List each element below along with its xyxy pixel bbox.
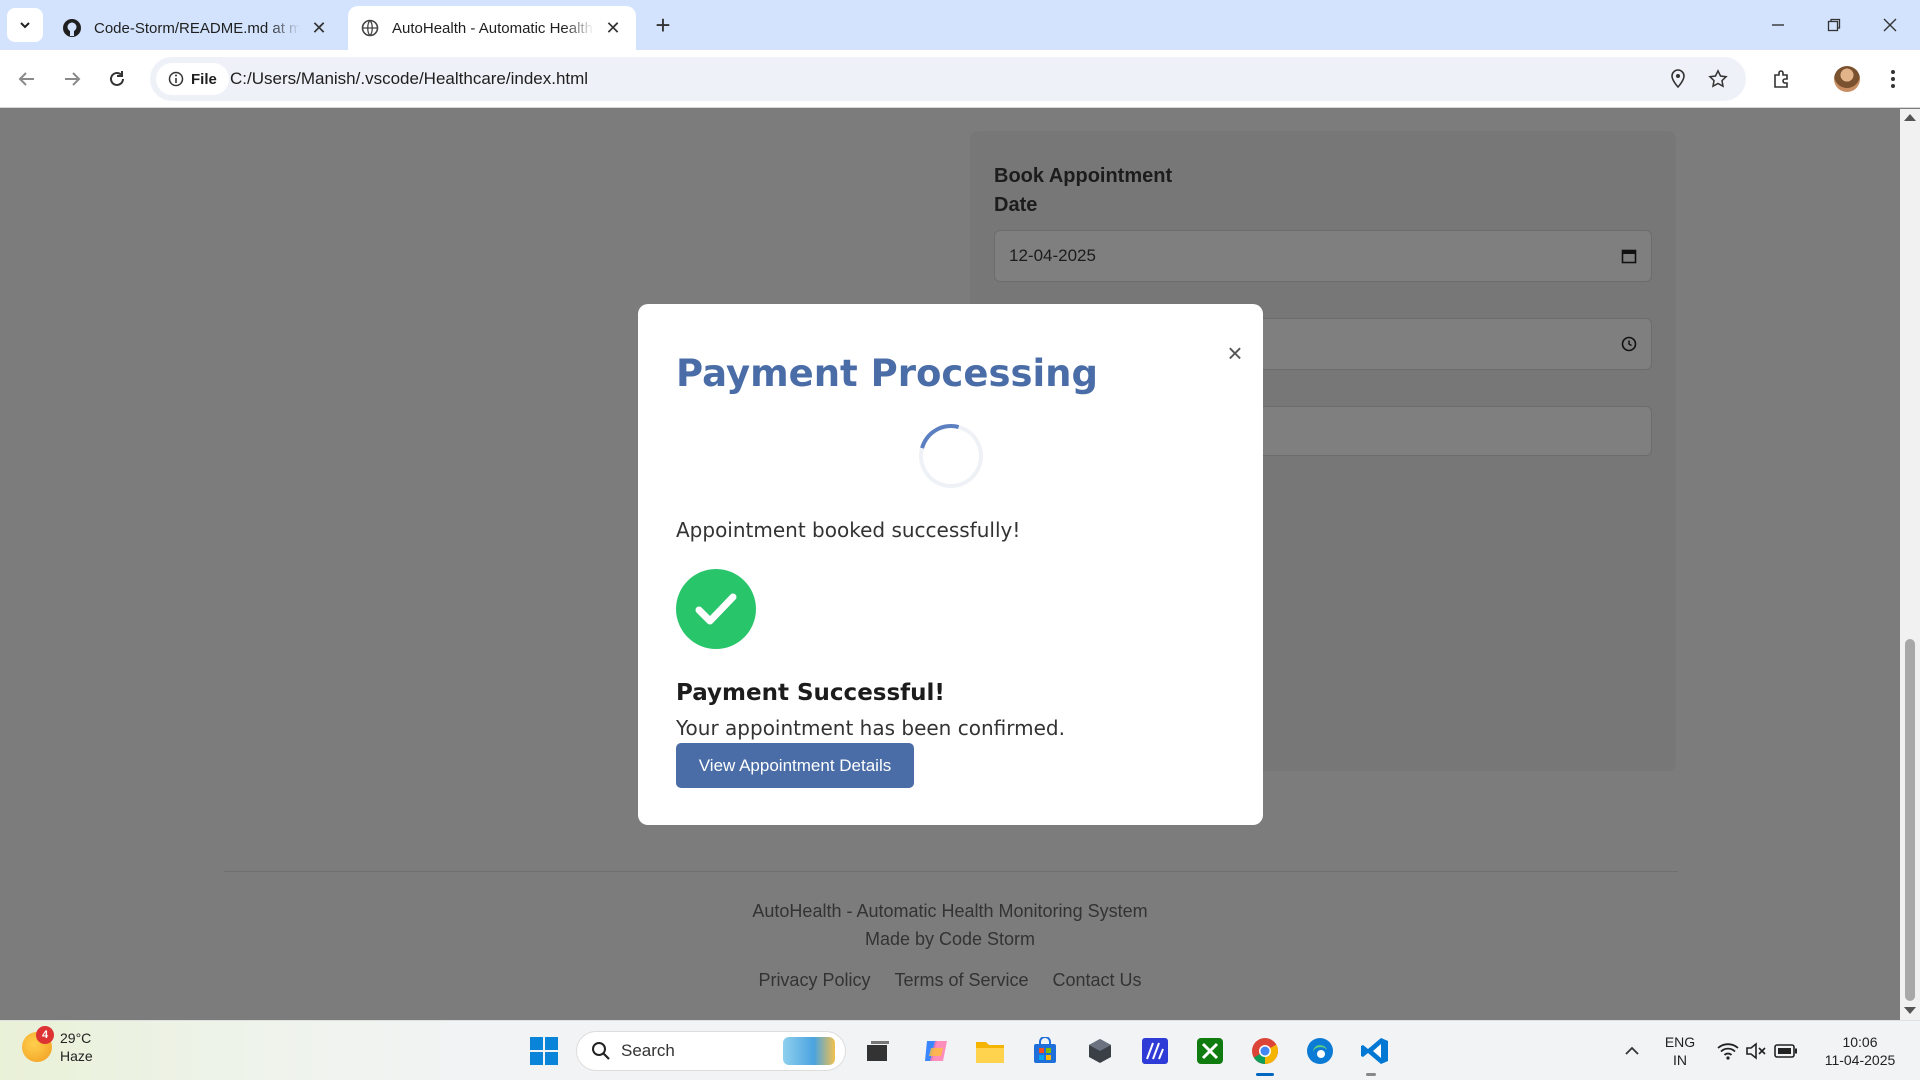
browser-toolbar: File C:/Users/Manish/.vscode/Healthcare/…: [0, 50, 1920, 108]
region-code: IN: [1673, 1052, 1687, 1068]
payment-modal: × Payment Processing Appointment booked …: [638, 304, 1263, 825]
math-app-icon[interactable]: [1137, 1033, 1173, 1069]
system-clock[interactable]: 10:06 11-04-2025: [1812, 1033, 1908, 1069]
search-placeholder: Search: [621, 1041, 675, 1060]
form-heading: Book Appointment: [994, 165, 1173, 187]
taskbar-search[interactable]: Search: [576, 1031, 846, 1071]
loading-spinner-icon: [907, 412, 995, 500]
profile-button[interactable]: [1830, 62, 1864, 96]
clock-icon[interactable]: [1621, 336, 1637, 352]
microsoft-store-icon[interactable]: [1027, 1033, 1063, 1069]
scroll-thumb[interactable]: [1905, 639, 1915, 1001]
copilot-icon[interactable]: [918, 1033, 954, 1069]
bookmark-star-icon[interactable]: [1706, 67, 1730, 91]
site-info-label: File: [191, 70, 217, 88]
reload-icon: [110, 71, 124, 86]
clock-date: 11-04-2025: [1824, 1052, 1896, 1068]
weather-temperature: 29°C: [60, 1030, 92, 1046]
new-tab-button[interactable]: +: [650, 12, 676, 38]
task-view-icon[interactable]: [860, 1033, 896, 1069]
edge-icon[interactable]: [1302, 1033, 1338, 1069]
tab-title: AutoHealth - Automatic Health Monitoring: [392, 19, 594, 37]
chevron-down-icon: [20, 22, 30, 29]
extensions-button[interactable]: [1765, 62, 1799, 96]
search-highlight-icon: [783, 1037, 835, 1065]
success-subtitle: Your appointment has been confirmed.: [676, 716, 1065, 740]
globe-icon: [360, 18, 380, 38]
footer-title: AutoHealth - Automatic Health Monitoring…: [752, 901, 1148, 921]
scroll-up-arrow-icon[interactable]: [1904, 114, 1916, 121]
terms-of-service-link[interactable]: Terms of Service: [894, 970, 1028, 991]
arrow-right-icon: [65, 72, 81, 86]
clock-time: 10:06: [1842, 1034, 1878, 1050]
page-scrollbar[interactable]: [1900, 109, 1920, 1020]
booking-message: Appointment booked successfully!: [676, 518, 1021, 542]
tab-title: Code-Storm/README.md at main: [94, 19, 300, 37]
tab-github-readme[interactable]: Code-Storm/README.md at main ✕: [50, 6, 342, 50]
location-pin-icon[interactable]: [1666, 67, 1690, 91]
sun-haze-icon: 4: [22, 1026, 54, 1062]
minimize-button[interactable]: [1758, 10, 1798, 40]
taskbar: 4 29°C Haze Search ENG IN 10:06 11-04-20…: [0, 1020, 1920, 1080]
date-label: Date: [994, 194, 1038, 216]
chrome-icon[interactable]: [1247, 1033, 1283, 1069]
weather-widget[interactable]: 4 29°C Haze: [22, 1026, 93, 1065]
github-icon: [62, 18, 82, 38]
contact-us-link[interactable]: Contact Us: [1053, 970, 1142, 991]
scroll-down-arrow-icon[interactable]: [1904, 1007, 1916, 1014]
modal-close-button[interactable]: ×: [1222, 338, 1248, 368]
view-appointment-details-button[interactable]: View Appointment Details: [676, 743, 914, 788]
puzzle-icon: [1774, 70, 1788, 88]
privacy-policy-link[interactable]: Privacy Policy: [758, 970, 870, 991]
address-bar[interactable]: File C:/Users/Manish/.vscode/Healthcare/…: [150, 57, 1746, 101]
cube-app-icon[interactable]: [1082, 1033, 1118, 1069]
search-icon: [592, 1042, 610, 1060]
tab-search-button[interactable]: [7, 8, 43, 42]
show-hidden-icons-chevron-up-icon[interactable]: [1614, 1033, 1650, 1069]
date-input[interactable]: 12-04-2025: [994, 230, 1652, 282]
modal-title: Payment Processing: [676, 352, 1098, 395]
restore-button[interactable]: [1814, 10, 1854, 40]
footer-credit: Made by Code Storm: [864, 929, 1036, 949]
vscode-icon[interactable]: [1357, 1033, 1393, 1069]
kebab-menu-icon: [1891, 70, 1895, 88]
close-tab-icon[interactable]: ✕: [308, 17, 330, 39]
notification-badge: 4: [36, 1026, 54, 1044]
file-explorer-icon[interactable]: [972, 1033, 1008, 1069]
tab-strip: Code-Storm/README.md at main ✕ AutoHealt…: [0, 0, 1920, 50]
minimize-icon: [1772, 24, 1784, 26]
weather-condition: Haze: [60, 1048, 93, 1064]
language-code: ENG: [1664, 1034, 1696, 1050]
browser-menu-button[interactable]: [1876, 62, 1910, 96]
success-check-icon: [676, 569, 756, 649]
vscode-running-indicator: [1366, 1073, 1376, 1076]
language-indicator[interactable]: ENG IN: [1660, 1033, 1700, 1069]
calendar-icon[interactable]: [1621, 248, 1637, 264]
back-button[interactable]: [10, 62, 44, 96]
forward-button[interactable]: [55, 62, 89, 96]
battery-icon[interactable]: [1768, 1033, 1804, 1069]
windows-logo-icon: [530, 1037, 558, 1065]
close-window-button[interactable]: [1870, 10, 1910, 40]
start-button[interactable]: [526, 1033, 562, 1069]
restore-icon: [1827, 18, 1841, 32]
info-icon: [168, 71, 184, 87]
reload-button[interactable]: [100, 62, 134, 96]
xbox-icon[interactable]: [1192, 1033, 1228, 1069]
close-tab-icon[interactable]: ✕: [602, 17, 624, 39]
site-info-chip[interactable]: File: [156, 63, 229, 95]
footer-links: Privacy Policy Terms of Service Contact …: [0, 970, 1900, 991]
url-text[interactable]: C:/Users/Manish/.vscode/Healthcare/index…: [230, 69, 588, 89]
tab-autohealth[interactable]: AutoHealth - Automatic Health Monitoring…: [348, 6, 636, 50]
chrome-active-indicator: [1256, 1073, 1274, 1076]
close-icon: [1883, 18, 1897, 32]
arrow-left-icon: [18, 72, 34, 86]
success-title: Payment Successful!: [676, 680, 945, 706]
footer-divider: [224, 871, 1678, 872]
date-value: 12-04-2025: [1009, 246, 1096, 265]
avatar: [1834, 66, 1860, 92]
